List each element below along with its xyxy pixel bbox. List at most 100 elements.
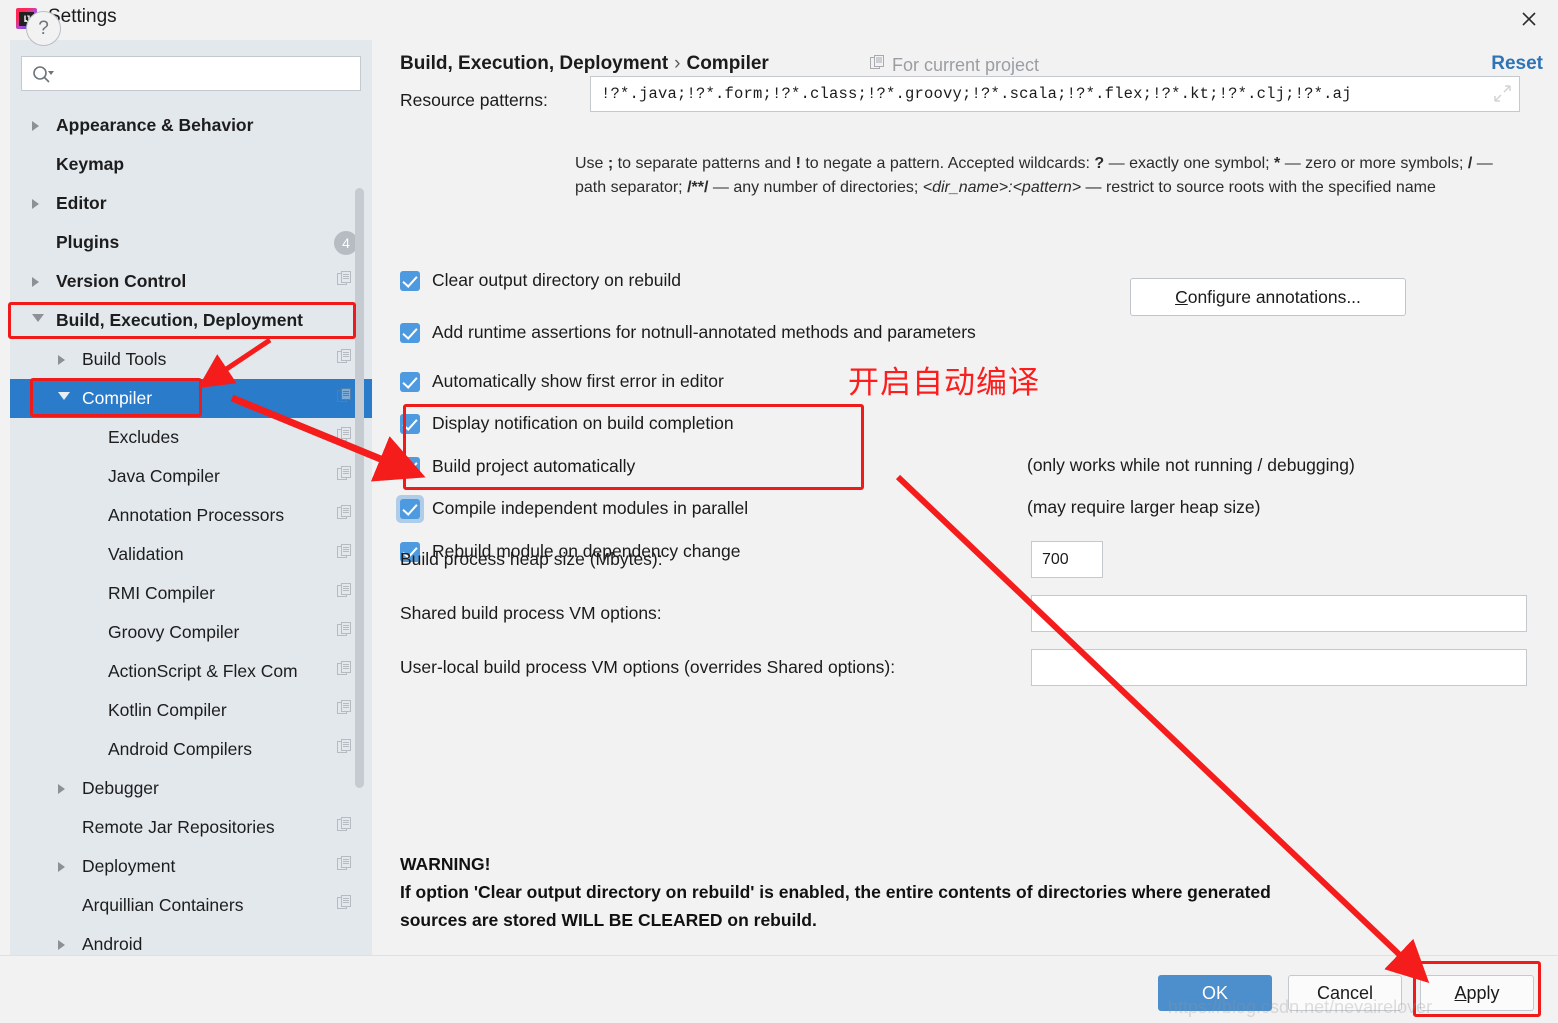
sidebar-item-label: Groovy Compiler (108, 622, 240, 642)
hint-question: ? (1094, 155, 1105, 172)
checkbox-clear-output-directory-on-rebuild[interactable]: Clear output directory on rebuild (400, 270, 681, 291)
copy-icon (337, 583, 352, 604)
copy-icon (337, 427, 352, 448)
chevron-right-icon[interactable] (32, 120, 39, 131)
checkbox-automatically-show-first-error-in-editor[interactable]: Automatically show first error in editor (400, 371, 724, 392)
sidebar-item-android-compilers[interactable]: Android Compilers (10, 730, 372, 769)
sidebar-item-label: Build Tools (82, 349, 167, 369)
sidebar-item-actionscript-flex-com[interactable]: ActionScript & Flex Com (10, 652, 372, 691)
close-icon[interactable] (1514, 4, 1544, 34)
hint-seg: — zero or more symbols; (1280, 155, 1468, 172)
note-heap-size: (may require larger heap size) (1027, 497, 1261, 517)
checkmark-icon[interactable] (400, 322, 420, 343)
sidebar-item-keymap[interactable]: Keymap (10, 145, 372, 184)
sidebar-item-label: Compiler (82, 388, 153, 408)
apply-button[interactable]: Apply (1420, 975, 1534, 1011)
breadcrumb: Build, Execution, Deployment › Compiler (400, 53, 769, 75)
sidebar-item-android[interactable]: Android (10, 925, 372, 955)
copy-icon (337, 505, 352, 526)
sidebar-item-deployment[interactable]: Deployment (10, 847, 372, 886)
breadcrumb-parent[interactable]: Build, Execution, Deployment (400, 53, 668, 74)
expand-icon[interactable] (1494, 85, 1511, 107)
configure-annotations-button[interactable]: Configure annotations... (1130, 278, 1406, 316)
sidebar-item-label: Kotlin Compiler (108, 700, 227, 720)
help-button[interactable]: ? (26, 11, 61, 46)
apply-label-rest: pply (1466, 982, 1500, 1003)
settings-sidebar: Appearance & Behavior Keymap Editor Plugins… (10, 40, 372, 955)
chevron-right-icon[interactable] (58, 783, 65, 794)
resource-patterns-input[interactable] (591, 77, 1519, 111)
ok-button[interactable]: OK (1158, 975, 1272, 1011)
title-bar: Settings (0, 0, 1558, 38)
userlocal-vm-options-input[interactable] (1032, 650, 1526, 685)
sidebar-item-appearance-behavior[interactable]: Appearance & Behavior (10, 106, 372, 145)
shared-vm-options-input[interactable] (1032, 596, 1526, 631)
checkmark-icon[interactable] (400, 413, 420, 434)
copy-icon (337, 739, 352, 760)
heap-size-input[interactable] (1032, 542, 1102, 577)
copy-icon (337, 856, 352, 877)
checkmark-icon[interactable] (400, 498, 420, 519)
reset-link[interactable]: Reset (1491, 53, 1543, 75)
sidebar-item-label: Keymap (56, 154, 125, 174)
shared-vm-options-field[interactable] (1031, 595, 1527, 632)
chevron-right-icon[interactable] (58, 861, 65, 872)
cancel-button[interactable]: Cancel (1288, 975, 1402, 1011)
sidebar-item-label: Editor (56, 193, 107, 213)
settings-tree[interactable]: Appearance & Behavior Keymap Editor Plugins… (10, 106, 372, 955)
sidebar-item-label: Android Compilers (108, 739, 252, 759)
sidebar-item-editor[interactable]: Editor (10, 184, 372, 223)
sidebar-item-kotlin-compiler[interactable]: Kotlin Compiler (10, 691, 372, 730)
checkmark-icon[interactable] (400, 456, 420, 477)
sidebar-item-rmi-compiler[interactable]: RMI Compiler (10, 574, 372, 613)
scope-indicator: For current project (870, 55, 1039, 76)
chevron-right-icon[interactable] (32, 276, 39, 287)
sidebar-scrollbar-thumb[interactable] (355, 188, 364, 788)
chevron-down-icon[interactable] (58, 392, 70, 405)
breadcrumb-separator: › (674, 53, 681, 74)
sidebar-item-label: Excludes (108, 427, 180, 447)
sidebar-scrollbar-track[interactable] (355, 110, 368, 950)
sidebar-item-java-compiler[interactable]: Java Compiler (10, 457, 372, 496)
copy-icon (337, 388, 352, 409)
checkbox-build-project-automatically[interactable]: Build project automatically (400, 456, 635, 477)
checkmark-icon[interactable] (400, 371, 420, 392)
userlocal-vm-options-field[interactable] (1031, 649, 1527, 686)
sidebar-item-label: Arquillian Containers (82, 895, 244, 915)
copy-icon (337, 895, 352, 916)
copy-icon (337, 349, 352, 370)
sidebar-item-label: Android (82, 934, 143, 954)
resource-patterns-field[interactable] (590, 76, 1520, 112)
sidebar-item-build-execution-deployment[interactable]: Build, Execution, Deployment (10, 301, 372, 340)
chevron-right-icon[interactable] (58, 939, 65, 950)
checkbox-label: Build project automatically (432, 456, 636, 476)
sidebar-item-label: Annotation Processors (108, 505, 285, 525)
checkbox-add-runtime-assertions-for-notnull-annotated-methods-and-parameters[interactable]: Add runtime assertions for notnull-annot… (400, 322, 976, 343)
sidebar-item-version-control[interactable]: Version Control (10, 262, 372, 301)
sidebar-item-remote-jar-repositories[interactable]: Remote Jar Repositories (10, 808, 372, 847)
sidebar-item-plugins[interactable]: Plugins 4 (10, 223, 372, 262)
sidebar-item-annotation-processors[interactable]: Annotation Processors (10, 496, 372, 535)
sidebar-item-validation[interactable]: Validation (10, 535, 372, 574)
sidebar-item-excludes[interactable]: Excludes (10, 418, 372, 457)
sidebar-item-groovy-compiler[interactable]: Groovy Compiler (10, 613, 372, 652)
search-box[interactable] (21, 56, 361, 91)
sidebar-item-build-tools[interactable]: Build Tools (10, 340, 372, 379)
copy-icon (337, 622, 352, 643)
sidebar-item-arquillian-containers[interactable]: Arquillian Containers (10, 886, 372, 925)
search-input[interactable] (66, 57, 356, 90)
heap-size-field[interactable] (1031, 541, 1103, 578)
chevron-right-icon[interactable] (58, 354, 65, 365)
hint-seg: to negate a pattern. Accepted wildcards: (800, 155, 1095, 172)
checkbox-compile-independent-modules-in-parallel[interactable]: Compile independent modules in parallel (396, 494, 748, 523)
chevron-down-icon[interactable] (32, 314, 44, 327)
sidebar-item-label: Java Compiler (108, 466, 220, 486)
sidebar-item-compiler[interactable]: Compiler (10, 379, 372, 418)
checkmark-icon[interactable] (400, 270, 420, 291)
sidebar-item-debugger[interactable]: Debugger (10, 769, 372, 808)
warning-title: WARNING! (400, 854, 491, 874)
checkbox-display-notification-on-build-completion[interactable]: Display notification on build completion (400, 413, 734, 434)
resource-patterns-hint: Use ; to separate patterns and ! to nega… (575, 152, 1505, 200)
sidebar-item-label: Remote Jar Repositories (82, 817, 275, 837)
chevron-right-icon[interactable] (32, 198, 39, 209)
